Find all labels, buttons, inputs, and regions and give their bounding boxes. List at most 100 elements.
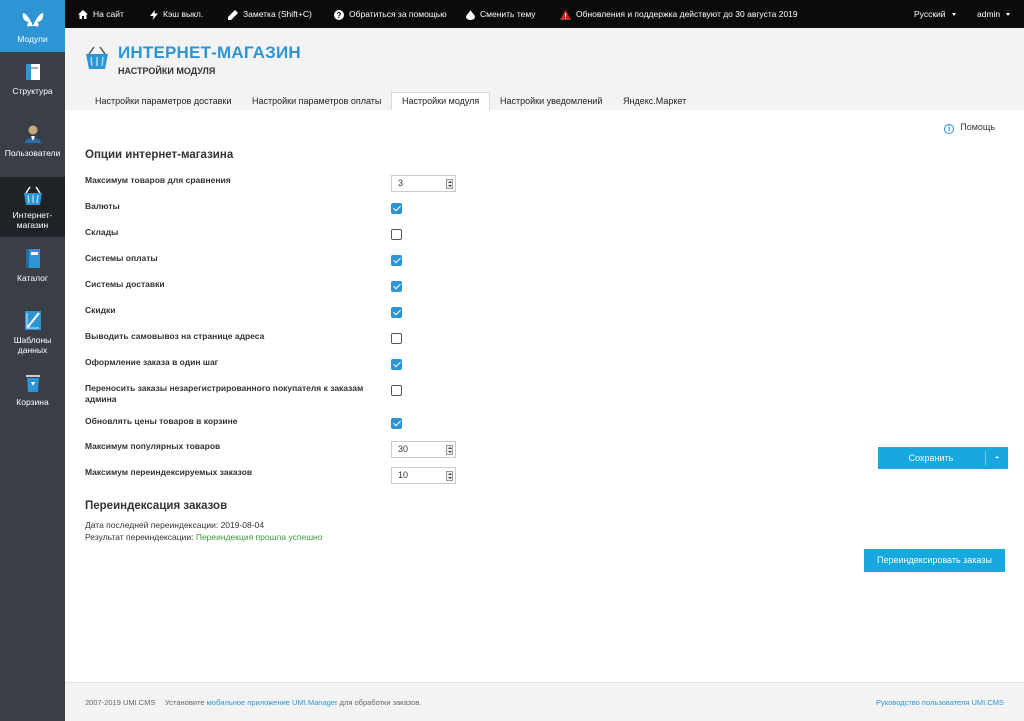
sidebar-item-label: Интернет-магазин <box>12 210 53 230</box>
catalog-book-icon <box>25 249 40 268</box>
max-compare-input[interactable]: 3 <box>391 175 456 192</box>
tab-module-settings[interactable]: Настройки модуля <box>391 92 491 111</box>
language-label: Русский <box>914 9 946 19</box>
reindex-result-value: Переиндекция прошла успешно <box>195 532 323 542</box>
ask-help-label: Обратиться за помощью <box>349 9 447 19</box>
butterfly-icon <box>22 13 43 27</box>
last-reindex-date-value: 2019-08-04 <box>220 520 265 530</box>
ask-help-button[interactable]: ? Обратиться за помощью <box>334 0 447 28</box>
mobile-app-link[interactable]: мобильное приложение UMI.Manager <box>207 698 338 707</box>
sidebar-item-label: Пользователи <box>4 148 61 158</box>
max-popular-input[interactable]: 30 <box>391 441 456 458</box>
tab-payment-settings[interactable]: Настройки параметров оплаты <box>242 92 391 110</box>
footer-promo: Установите мобильное приложение UMI.Mana… <box>165 698 421 707</box>
tab-delivery-settings[interactable]: Настройки параметров доставки <box>85 92 241 110</box>
sidebar-item-trash[interactable]: Корзина <box>0 372 65 412</box>
note-label: Заметка (Shift+C) <box>243 9 312 19</box>
warehouses-checkbox[interactable] <box>391 229 402 240</box>
sidebar-item-label: Модули <box>17 34 48 44</box>
max-reindex-label: Максимум переиндексируемых заказов <box>85 467 253 477</box>
pencil-icon <box>228 9 238 20</box>
chevron-down-icon <box>1006 13 1011 17</box>
discounts-checkbox[interactable] <box>391 307 402 318</box>
data-templates-icon <box>24 311 41 330</box>
page-header: ИНТЕРНЕТ-МАГАЗИН НАСТРОЙКИ МОДУЛЯ Настро… <box>65 28 1024 111</box>
delivery-systems-checkbox[interactable] <box>391 281 402 292</box>
go-to-site-link[interactable]: На сайт <box>78 0 124 28</box>
sidebar-item-modules[interactable]: Модули <box>0 0 65 52</box>
page-subtitle: НАСТРОЙКИ МОДУЛЯ <box>118 66 216 76</box>
payment-systems-label: Системы оплаты <box>85 253 158 263</box>
sidebar-item-shop[interactable]: Интернет-магазин <box>0 177 65 237</box>
users-icon <box>24 125 41 143</box>
sidebar-item-catalog[interactable]: Каталог <box>0 248 65 288</box>
sidebar-item-data-templates[interactable]: Шаблоны данных <box>0 310 65 360</box>
transfer-orders-label: Переносить заказы незарегистрированного … <box>85 383 364 404</box>
max-popular-label: Максимум популярных товаров <box>85 441 221 451</box>
pickup-on-address-label: Выводить самовывоз на странице адреса <box>85 331 265 341</box>
delivery-systems-label: Системы доставки <box>85 279 165 289</box>
note-button[interactable]: Заметка (Shift+C) <box>228 0 312 28</box>
theme-drop-icon <box>466 9 475 20</box>
save-button-label: Сохранить <box>908 453 954 463</box>
info-icon: i <box>944 124 955 134</box>
page-title: ИНТЕРНЕТ-МАГАЗИН <box>118 43 301 62</box>
sidebar: Модули Структура Пользователи Интернет-м… <box>0 0 65 721</box>
footer-promo-prefix: Установите <box>165 698 205 707</box>
reindex-section-title: Переиндексация заказов <box>85 500 228 512</box>
chevron-down-icon <box>951 13 956 17</box>
reindex-orders-button[interactable]: Переиндексировать заказы <box>864 549 1005 572</box>
discounts-label: Скидки <box>85 305 116 315</box>
user-name: admin <box>977 9 1001 19</box>
sidebar-item-structure[interactable]: Структура <box>0 62 65 108</box>
question-circle-icon: ? <box>334 9 344 20</box>
reindex-result-label: Результат переиндексации: <box>85 532 194 542</box>
shop-basket-icon <box>23 186 42 205</box>
reindex-result: Результат переиндексации: Переиндекция п… <box>85 532 322 542</box>
change-theme-label: Сменить тему <box>480 9 536 19</box>
main-content: i Помощь Опции интернет-магазина Максимум… <box>65 110 1024 682</box>
change-theme-button[interactable]: Сменить тему <box>466 0 536 28</box>
warning-triangle-icon <box>560 9 571 20</box>
svg-text:?: ? <box>337 11 342 20</box>
payment-systems-checkbox[interactable] <box>391 255 402 266</box>
max-compare-label: Максимум товаров для сравнения <box>85 175 231 185</box>
sidebar-item-label: Корзина <box>16 397 49 407</box>
user-menu[interactable]: admin <box>977 0 1011 28</box>
spinner-arrows-icon[interactable] <box>446 179 453 189</box>
shop-basket-icon <box>86 46 108 69</box>
save-button-divider <box>985 451 986 465</box>
tab-yandex-market[interactable]: Яндекс.Маркет <box>613 92 696 110</box>
top-bar: На сайт Кэш выкл. Заметка (Shift+C) ? Обр… <box>65 0 1024 28</box>
language-dropdown[interactable]: Русский <box>914 0 956 28</box>
cache-toggle[interactable]: Кэш выкл. <box>150 0 203 28</box>
sidebar-item-label: Структура <box>12 86 53 96</box>
warehouses-label: Склады <box>85 227 119 237</box>
last-reindex-date-label: Дата последней переиндексации: <box>85 520 219 530</box>
chevron-up-icon[interactable] <box>995 456 999 458</box>
update-cart-prices-checkbox[interactable] <box>391 418 402 429</box>
max-compare-value: 3 <box>398 178 404 188</box>
pickup-on-address-checkbox[interactable] <box>391 333 402 344</box>
max-popular-value: 30 <box>398 444 409 454</box>
currencies-checkbox[interactable] <box>391 203 402 214</box>
save-button[interactable]: Сохранить <box>878 447 1008 469</box>
footer: 2007-2019 UMI.CMS Установите мобильное п… <box>65 682 1024 721</box>
max-reindex-input[interactable]: 10 <box>391 467 456 484</box>
help-link[interactable]: i Помощь <box>944 122 995 134</box>
footer-copyright: 2007-2019 UMI.CMS <box>85 698 156 707</box>
help-label: Помощь <box>960 122 995 132</box>
last-reindex-date: Дата последней переиндексации: 2019-08-0… <box>85 520 264 530</box>
updates-notice[interactable]: Обновления и поддержка действуют до 30 а… <box>560 0 798 28</box>
spinner-arrows-icon[interactable] <box>446 471 453 481</box>
lightning-icon <box>150 9 158 20</box>
trash-bin-icon <box>25 375 40 392</box>
user-guide-link[interactable]: Руководство пользователя UMI.CMS <box>876 698 1004 707</box>
one-step-order-checkbox[interactable] <box>391 359 402 370</box>
transfer-orders-checkbox[interactable] <box>391 385 402 396</box>
sidebar-item-users[interactable]: Пользователи <box>0 124 65 170</box>
max-reindex-value: 10 <box>398 470 409 480</box>
tab-notification-settings[interactable]: Настройки уведомлений <box>490 92 612 110</box>
spinner-arrows-icon[interactable] <box>446 445 453 455</box>
sidebar-item-label: Каталог <box>17 273 48 283</box>
